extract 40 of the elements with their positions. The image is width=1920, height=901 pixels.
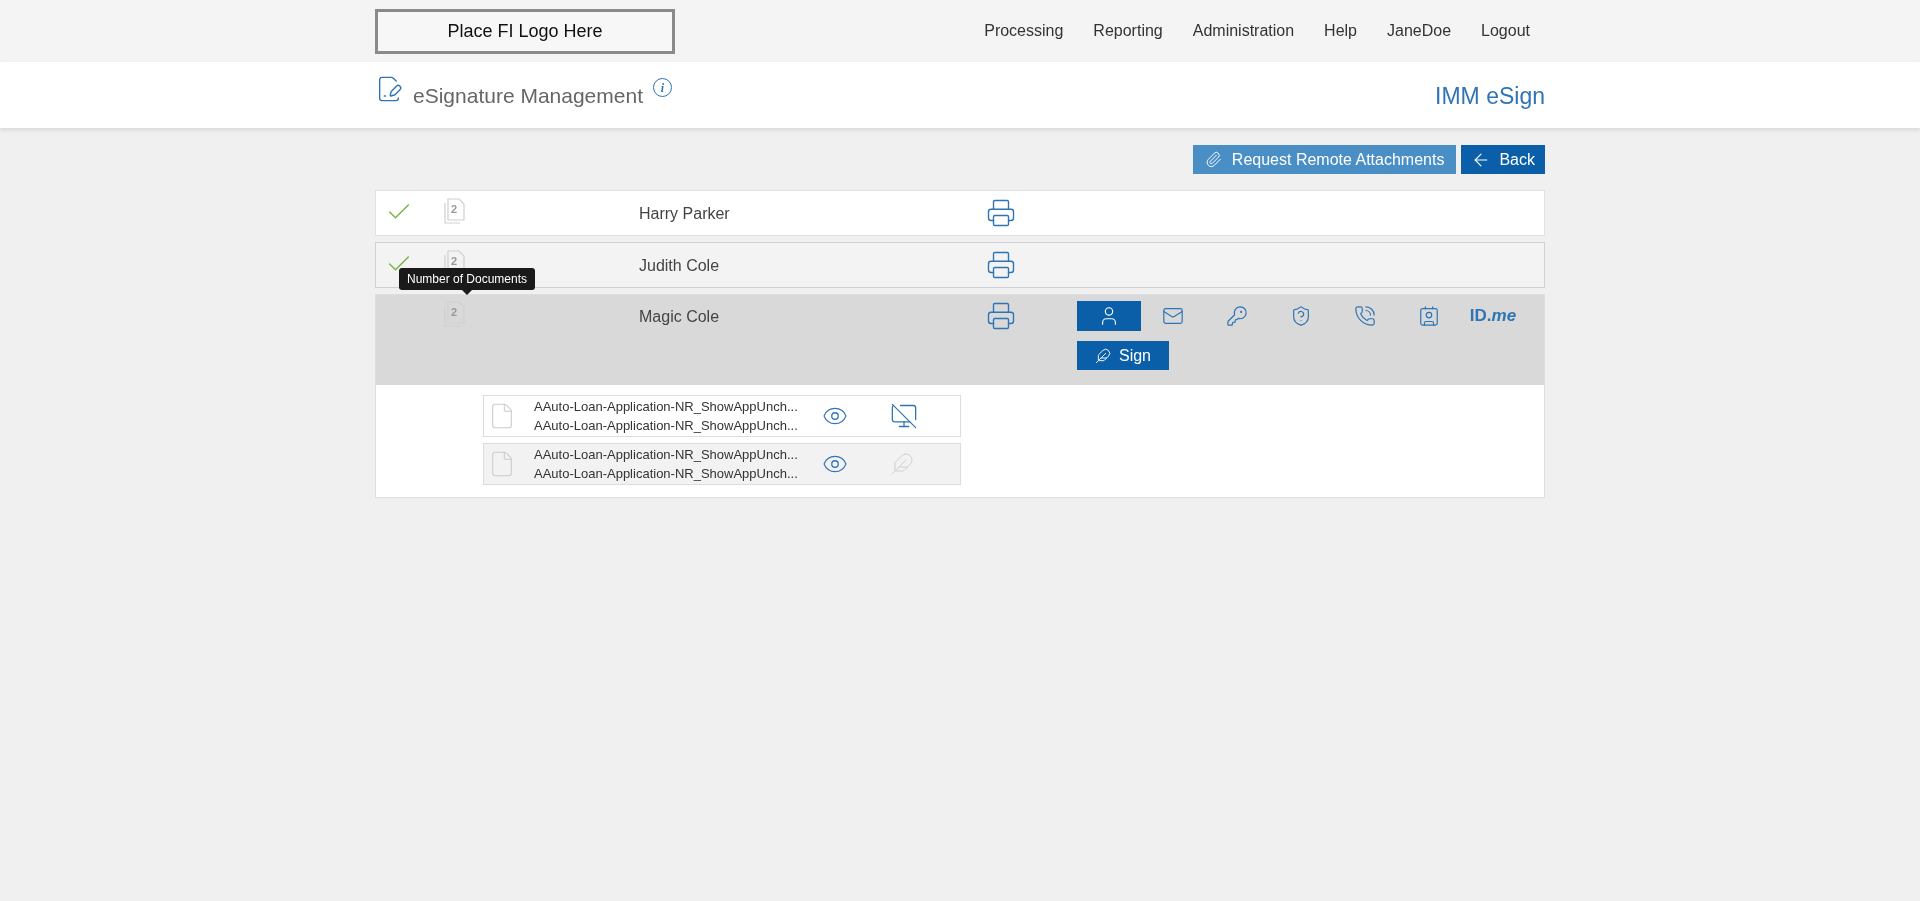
page-title: eSignature Management bbox=[413, 83, 643, 109]
file-name: AAuto-Loan-Application-NR_ShowAppUnch... bbox=[534, 417, 799, 435]
nav-link[interactable]: Logout bbox=[1481, 19, 1530, 43]
file-name: AAuto-Loan-Application-NR_ShowAppUnch... bbox=[534, 465, 799, 483]
signer-name: Harry Parker bbox=[639, 205, 730, 222]
phone-icon bbox=[1354, 305, 1376, 327]
brand-name: IMM eSign bbox=[1435, 82, 1545, 111]
logo-placeholder-text: Place FI Logo Here bbox=[447, 19, 603, 43]
paperclip-icon bbox=[1204, 151, 1222, 168]
request-attachments-button[interactable]: Request Remote Attachments bbox=[1192, 145, 1457, 174]
person-button[interactable] bbox=[1077, 301, 1141, 331]
shield-question-icon bbox=[1290, 305, 1312, 327]
contact-card-icon bbox=[1418, 305, 1440, 327]
file-name: AAuto-Loan-Application-NR_ShowAppUnch... bbox=[534, 446, 799, 464]
pen-icon bbox=[1095, 347, 1111, 364]
file-name: AAuto-Loan-Application-NR_ShowAppUnch... bbox=[534, 398, 799, 416]
pen-icon bbox=[890, 452, 914, 476]
mail-icon bbox=[1162, 305, 1184, 327]
document-count-number: 2 bbox=[451, 307, 458, 318]
monitor-off-icon[interactable] bbox=[890, 402, 918, 430]
document-row[interactable]: AAuto-Loan-Application-NR_ShowAppUnch... AAuto-Loan-Application-NR_ShowAppUnch... bbox=[483, 395, 961, 437]
printer-icon[interactable] bbox=[986, 198, 1016, 228]
nav-link[interactable]: Help bbox=[1324, 19, 1357, 43]
sign-button[interactable]: Sign bbox=[1077, 341, 1169, 370]
tooltip-pointer bbox=[462, 290, 472, 295]
tooltip: Number of Documents bbox=[399, 268, 536, 290]
printer-icon[interactable] bbox=[986, 250, 1016, 280]
signer-name: Magic Cole bbox=[639, 308, 720, 325]
document-row[interactable]: AAuto-Loan-Application-NR_ShowAppUnch... AAuto-Loan-Application-NR_ShowAppUnch... bbox=[483, 443, 961, 485]
back-button[interactable]: Back bbox=[1461, 145, 1545, 174]
key-icon bbox=[1226, 305, 1248, 327]
signer-row[interactable]: 2 Harry Parker bbox=[375, 190, 1545, 236]
printer-icon[interactable] bbox=[986, 301, 1016, 331]
document-count-number: 2 bbox=[451, 204, 458, 215]
nav-link[interactable]: Processing bbox=[984, 19, 1064, 43]
nav-link[interactable]: JaneDoe bbox=[1387, 19, 1452, 43]
nav-link[interactable]: Reporting bbox=[1093, 19, 1163, 43]
nav-link[interactable]: Administration bbox=[1192, 19, 1295, 43]
stacked-pages-icon bbox=[444, 198, 466, 224]
document-count-number: 2 bbox=[451, 256, 458, 267]
